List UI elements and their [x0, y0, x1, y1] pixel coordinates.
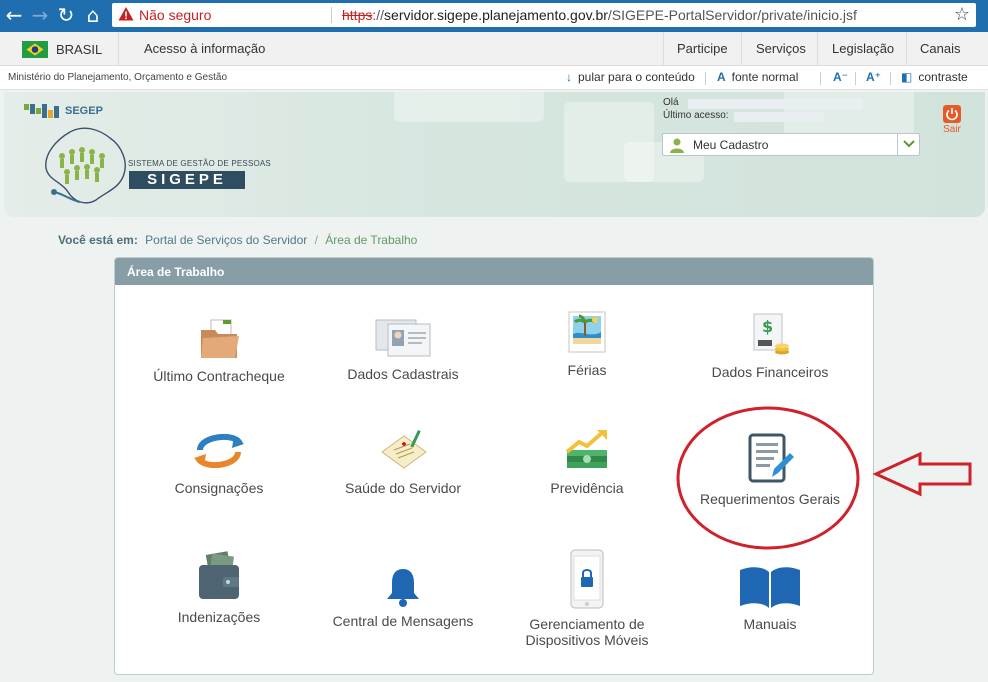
medical-form-icon	[381, 429, 427, 469]
segep-label: SEGEP	[65, 105, 103, 117]
font-icon: A	[717, 70, 726, 84]
tile-label: Dados Financeiros	[711, 364, 829, 380]
last-access-label: Último acesso:	[663, 110, 729, 121]
panel-title: Área de Trabalho	[115, 258, 873, 285]
tile-label: Saúde do Servidor	[345, 480, 461, 496]
highlight-arrow	[872, 451, 972, 497]
dropdown-toggle[interactable]	[897, 134, 919, 155]
font-increase-button[interactable]: A⁺	[866, 70, 881, 84]
tile-label: Consignações	[174, 480, 264, 496]
acesso-informacao-link[interactable]: Acesso à informação	[144, 41, 265, 56]
annotation-highlight	[676, 406, 972, 550]
tile-manuais[interactable]: Manuais	[678, 564, 862, 632]
url-text[interactable]: https://servidor.sigepe.planejamento.gov…	[342, 7, 857, 23]
tile-label: Indenizações	[177, 609, 261, 625]
open-book-icon	[740, 567, 800, 608]
breadcrumb-portal-link[interactable]: Portal de Serviços do Servidor	[145, 233, 307, 247]
contrast-icon: ◧	[901, 70, 913, 84]
wallet-icon	[199, 551, 239, 599]
chevron-down-icon	[903, 140, 915, 148]
skip-to-content-link[interactable]: ↓ pular para o conteúdo	[566, 70, 695, 84]
divider	[331, 7, 332, 23]
warning-icon	[118, 7, 134, 21]
money-document-icon: $	[753, 313, 789, 355]
font-normal-link[interactable]: Afonte normal	[717, 70, 798, 84]
reload-icon[interactable]: ↻	[54, 3, 78, 27]
logout-label: Sair	[943, 124, 961, 135]
tile-indenizacoes[interactable]: Indenizações	[127, 551, 311, 625]
home-icon[interactable]: ⌂	[81, 3, 105, 27]
menu-servicos[interactable]: Serviços	[756, 41, 806, 56]
menu-participe[interactable]: Participe	[677, 41, 728, 56]
tile-gerenciamento-dispositivos[interactable]: Gerenciamento de Dispositivos Móveis	[495, 548, 679, 648]
tile-ferias[interactable]: Férias	[495, 310, 679, 378]
accessibility-bar: Ministério do Planejamento, Orçamento e …	[0, 66, 988, 90]
bookmark-star-icon[interactable]: ☆	[954, 4, 970, 25]
tile-consignacoes[interactable]: Consignações	[127, 428, 311, 496]
money-growth-icon	[565, 430, 607, 468]
svg-text:$: $	[762, 317, 773, 336]
breadcrumb: Você está em: Portal de Serviços do Serv…	[58, 233, 417, 247]
tile-label: Manuais	[743, 616, 797, 632]
sigepe-subtitle: SISTEMA DE GESTÃO DE PESSOAS	[128, 159, 271, 168]
arrow-down-icon: ↓	[566, 70, 572, 84]
tile-label: Último Contracheque	[153, 368, 285, 384]
address-bar[interactable]: Não seguro https://servidor.sigepe.plane…	[112, 3, 976, 27]
sigepe-logo-text: SIGEPE	[129, 171, 245, 189]
menu-legislacao[interactable]: Legislação	[832, 41, 894, 56]
forward-icon[interactable]: →	[28, 3, 52, 27]
header-banner: SEGEP SISTEMA DE GESTÃO DE PESSOAS SIGEP…	[4, 92, 985, 217]
rotating-arrows-icon	[194, 433, 244, 469]
meu-cadastro-label: Meu Cadastro	[693, 138, 769, 152]
bell-icon	[387, 569, 419, 607]
greeting: Olá	[663, 97, 679, 108]
tile-label: Dados Cadastrais	[347, 366, 459, 382]
mobile-lock-icon	[570, 549, 604, 609]
tile-label: Previdência	[550, 480, 624, 496]
tile-previdencia[interactable]: Previdência	[495, 428, 679, 496]
power-icon	[943, 105, 961, 123]
tile-label: Gerenciamento de Dispositivos Móveis	[525, 616, 649, 648]
user-icon	[670, 138, 684, 153]
browser-toolbar: ← → ↻ ⌂ Não seguro https://servidor.sige…	[0, 0, 988, 32]
redacted-last-access	[734, 112, 824, 122]
tile-central-de-mensagens[interactable]: Central de Mensagens	[311, 567, 495, 629]
back-icon[interactable]: ←	[2, 3, 26, 27]
beach-photo-icon	[568, 311, 606, 353]
logout-button[interactable]: Sair	[940, 105, 964, 135]
brasil-link[interactable]: BRASIL	[56, 42, 102, 57]
sigepe-map-logo	[45, 127, 126, 204]
tile-dados-financeiros[interactable]: $ Dados Financeiros	[678, 312, 862, 380]
tile-saude-do-servidor[interactable]: Saúde do Servidor	[311, 428, 495, 496]
redacted-username	[688, 99, 863, 109]
brazil-flag-icon	[22, 41, 48, 58]
meu-cadastro-dropdown[interactable]: Meu Cadastro	[662, 133, 920, 156]
menu-canais[interactable]: Canais	[920, 41, 960, 56]
breadcrumb-separator: /	[314, 233, 318, 247]
folder-icon	[201, 319, 239, 358]
tile-label: Férias	[567, 362, 607, 378]
contrast-link[interactable]: ◧ contraste	[901, 70, 968, 84]
tile-dados-cadastrais[interactable]: Dados Cadastrais	[311, 314, 495, 382]
highlight-ellipse	[676, 406, 860, 550]
security-label[interactable]: Não seguro	[139, 7, 211, 23]
breadcrumb-label: Você está em:	[58, 233, 138, 247]
font-decrease-button[interactable]: A⁻	[833, 70, 848, 84]
gov-bar: BRASIL Acesso à informação Participe Ser…	[0, 32, 988, 66]
id-cards-icon	[375, 319, 431, 357]
ministry-name: Ministério do Planejamento, Orçamento e …	[8, 72, 227, 83]
tile-ultimo-contracheque[interactable]: Último Contracheque	[127, 316, 311, 384]
tile-label: Central de Mensagens	[332, 613, 474, 629]
breadcrumb-current: Área de Trabalho	[325, 233, 418, 247]
segep-logo-icon	[24, 104, 59, 118]
